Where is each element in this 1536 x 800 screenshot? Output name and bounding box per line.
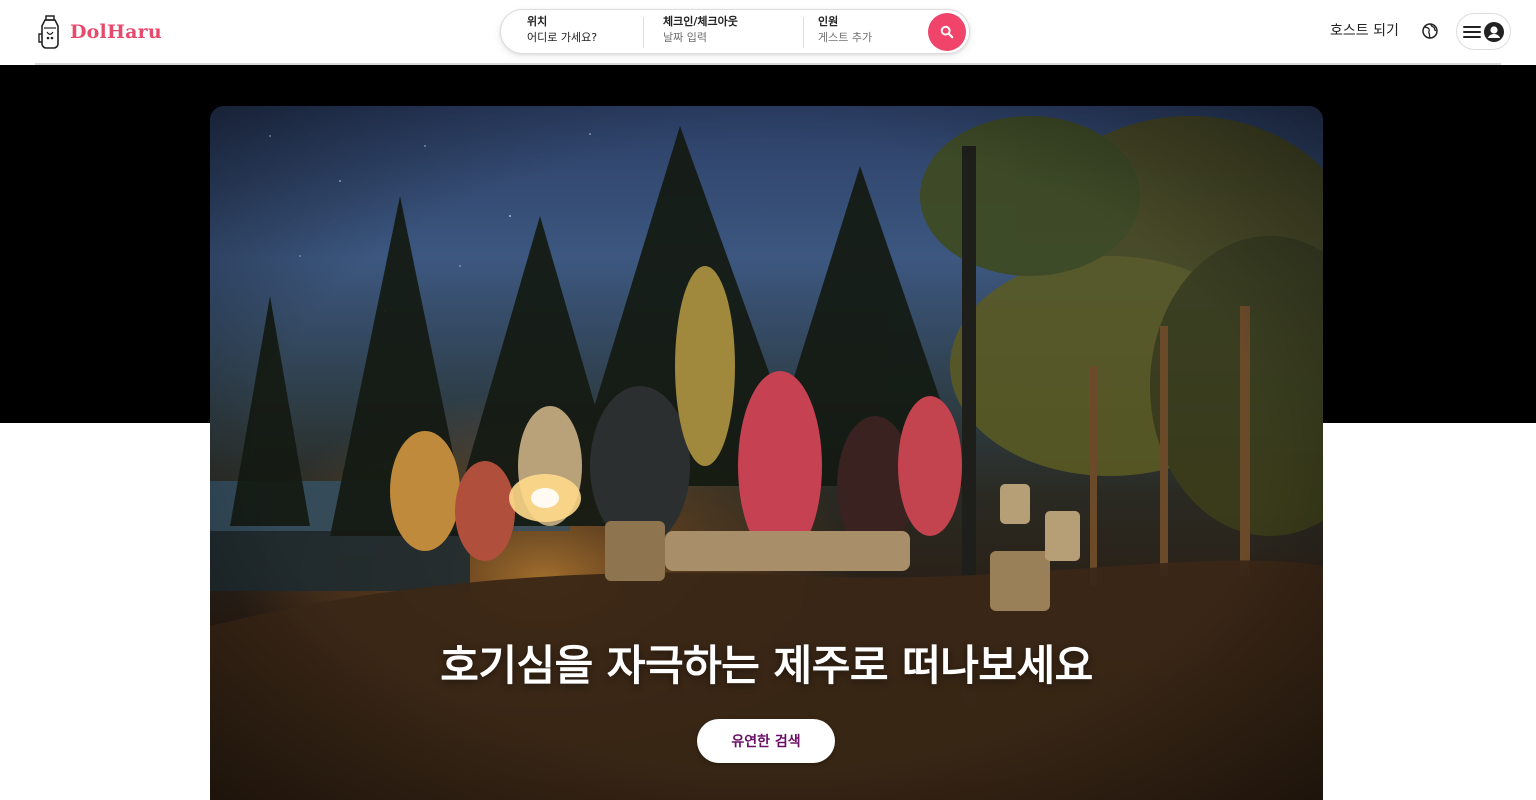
- lantern-jar-icon: [38, 15, 59, 49]
- user-avatar-icon: [1484, 21, 1504, 42]
- guests-label: 인원: [818, 15, 839, 28]
- header-divider: [35, 63, 1501, 65]
- hero-banner: 호기심을 자극하는 제주로 떠나보세요 유연한 검색: [210, 106, 1323, 800]
- location-label: 위치: [527, 15, 548, 28]
- location-value: 어디로 가세요?: [527, 31, 598, 44]
- guests-value: 게스트 추가: [818, 31, 873, 44]
- brand-logo[interactable]: DolHaru: [36, 12, 162, 52]
- top-header: DolHaru 위치 어디로 가세요? 체크인/체크아웃 날짜 입력 인원 게스…: [0, 0, 1536, 65]
- search-divider: [803, 17, 804, 48]
- dates-label: 체크인/체크아웃: [663, 15, 738, 28]
- search-guests-field[interactable]: 인원 게스트 추가: [818, 15, 918, 49]
- flexible-search-button[interactable]: 유연한 검색: [697, 719, 835, 763]
- search-button[interactable]: [928, 13, 966, 51]
- user-menu-button[interactable]: [1456, 13, 1511, 50]
- campfire-night-forest-photo: [210, 106, 1323, 800]
- search-bar: 위치 어디로 가세요? 체크인/체크아웃 날짜 입력 인원 게스트 추가: [500, 9, 970, 54]
- search-dates-field[interactable]: 체크인/체크아웃 날짜 입력: [663, 15, 793, 49]
- dates-value: 날짜 입력: [663, 31, 707, 44]
- globe-icon: [1422, 23, 1438, 39]
- language-button[interactable]: [1419, 20, 1441, 42]
- become-host-link[interactable]: 호스트 되기: [1322, 20, 1407, 42]
- hero-title: 호기심을 자극하는 제주로 떠나보세요: [440, 641, 1093, 690]
- search-icon: [940, 25, 954, 39]
- brand-name: DolHaru: [70, 21, 162, 43]
- search-location-field[interactable]: 위치 어디로 가세요?: [527, 15, 637, 49]
- search-divider: [643, 17, 644, 48]
- hamburger-menu-icon: [1463, 25, 1481, 38]
